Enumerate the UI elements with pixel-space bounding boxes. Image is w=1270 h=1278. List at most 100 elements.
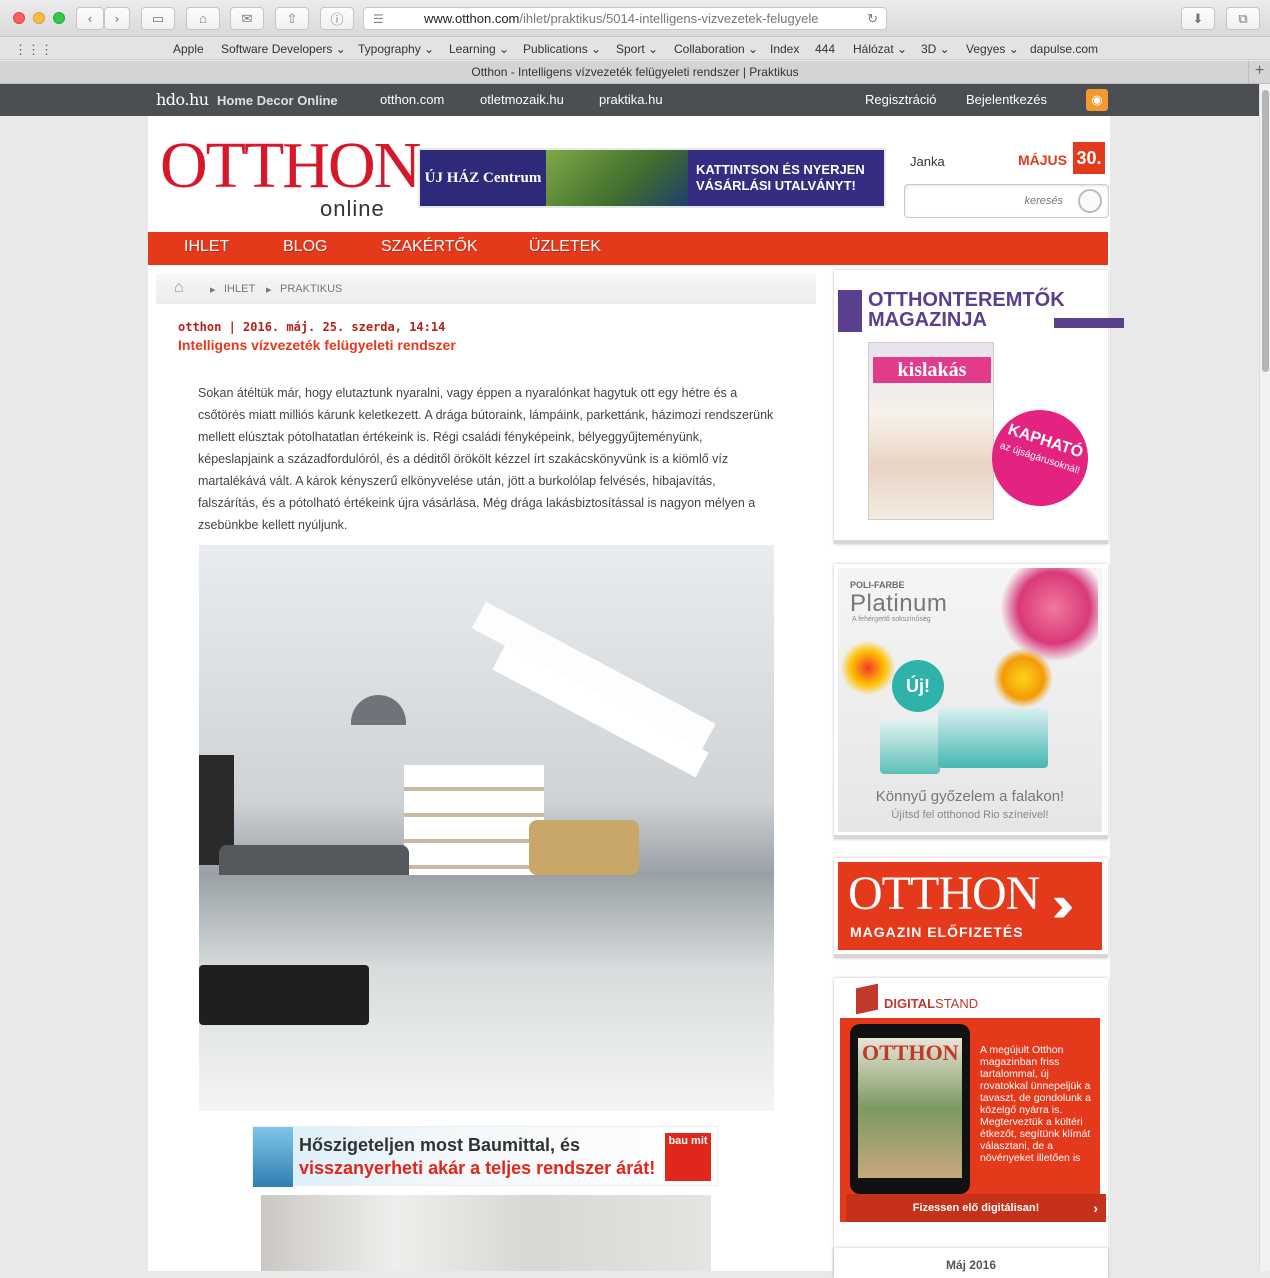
sidebar-button[interactable]: ▭ — [141, 7, 175, 30]
link-otthon[interactable]: otthon.com — [380, 92, 444, 107]
info-icon: ⓘ — [330, 12, 344, 27]
site-logo[interactable]: OTTHON online — [160, 133, 421, 222]
minimize-window-button[interactable] — [33, 12, 45, 24]
bookmark-typography[interactable]: Typography ⌄ — [358, 42, 434, 56]
tab-title[interactable]: Otthon - Intelligens vízvezeték felügyel… — [471, 65, 798, 79]
page-scrollbar[interactable] — [1259, 84, 1270, 1271]
speaker — [199, 965, 369, 1025]
search-input[interactable] — [911, 191, 1063, 211]
magazine-promo-title: OTTHONTEREMTŐK MAGAZINJA — [838, 289, 1124, 332]
reader-button[interactable]: ⓘ — [320, 7, 354, 30]
url-path: /ihlet/praktikus/5014-intelligens-vizvez… — [519, 11, 819, 26]
bookmark-apple[interactable]: Apple — [173, 42, 204, 56]
brand-small: POLI-FARBE — [850, 580, 905, 590]
top-banner-ad[interactable]: ÚJ HÁZ Centrum KATTINTSON ÉS NYERJEN VÁS… — [418, 148, 886, 208]
title-bar — [1054, 318, 1124, 328]
article-photo — [199, 545, 774, 1111]
bookshelf — [404, 765, 544, 875]
ad-headline: Könnyű győzelem a falakon! — [875, 788, 1065, 805]
subscribe-digital-button[interactable]: Fizessen elő digitálisan! › — [846, 1194, 1106, 1222]
magazine-cover: kislakás — [868, 342, 994, 520]
bookmark-sport[interactable]: Sport ⌄ — [616, 42, 658, 56]
bookmark-publications[interactable]: Publications ⌄ — [523, 42, 601, 56]
bookmark-dapulse[interactable]: dapulse.com — [1030, 42, 1098, 56]
zoom-window-button[interactable] — [53, 12, 65, 24]
breadcrumb-praktikus[interactable]: PRAKTIKUS — [280, 283, 342, 295]
nav-uzletek[interactable]: ÜZLETEK — [529, 238, 601, 256]
downloads-button[interactable]: ⬇ — [1181, 7, 1215, 30]
new-tab-icon[interactable]: + — [1248, 61, 1270, 83]
bookmark-halozat[interactable]: Hálózat ⌄ — [853, 42, 907, 56]
banner-inner: OTTHON MAGAZIN ELŐFIZETÉS ››› — [838, 862, 1102, 950]
share-button[interactable]: ⇧ — [275, 7, 309, 30]
paint-bucket — [880, 718, 940, 774]
tablet-image: OTTHON — [850, 1024, 970, 1194]
chevron-right-icon: › — [1093, 1200, 1098, 1216]
reload-icon[interactable]: ↻ — [867, 11, 878, 27]
calendar-widget: Máj 2016 — [834, 1248, 1108, 1278]
grid-icon[interactable]: ⋮⋮⋮ — [14, 42, 53, 58]
nav-ihlet[interactable]: IHLET — [184, 238, 229, 256]
subscription-banner[interactable]: OTTHON MAGAZIN ELŐFIZETÉS ››› — [834, 858, 1108, 958]
search-box — [904, 184, 1109, 218]
bookmark-learning[interactable]: Learning ⌄ — [449, 42, 509, 56]
magazine-name: kislakás — [873, 357, 991, 383]
ad-cta: KATTINTSON ÉS NYERJEN VÁSÁRLÁSI UTALVÁNY… — [688, 150, 884, 206]
download-icon: ⬇ — [1192, 10, 1204, 26]
date-month: MÁJUS — [1018, 152, 1068, 168]
bookmark-3d[interactable]: 3D ⌄ — [921, 42, 950, 56]
digitalstand-promo[interactable]: DIGITALSTAND OTTHON A megújult Otthon ma… — [834, 978, 1108, 1271]
link-praktika[interactable]: praktika.hu — [599, 92, 663, 107]
baumit-ad[interactable]: Hőszigeteljen most Baumittal, és visszan… — [252, 1126, 718, 1187]
brand-large: Platinum — [850, 590, 948, 617]
digitalstand-text: A megújult Otthon magazinban friss tarta… — [980, 1044, 1091, 1164]
browser-toolbar: ‹ › ▭ ⌂ ✉ ⇧ ⓘ ☰ www.otthon.com/ihlet/pra… — [0, 0, 1270, 37]
banner-subtitle: MAGAZIN ELŐFIZETÉS — [850, 924, 1024, 940]
home-button[interactable]: ⌂ — [186, 7, 220, 30]
page-container: OTTHON online ÚJ HÁZ Centrum KATTINTSON … — [148, 116, 1124, 1278]
link-otletmozaik[interactable]: otletmozaik.hu — [480, 92, 564, 107]
scrollbar-thumb[interactable] — [1262, 90, 1269, 372]
bookmark-software-developers[interactable]: Software Developers ⌄ — [221, 42, 346, 56]
breadcrumb-ihlet[interactable]: IHLET — [224, 283, 255, 295]
available-badge: KAPHATÓ az újságárusoknál! — [979, 397, 1101, 519]
envelope-icon: ✉ — [241, 10, 253, 26]
breadcrumb-arrow-icon: ▸ — [266, 284, 272, 296]
nav-blog[interactable]: BLOG — [283, 238, 327, 256]
bookmark-index[interactable]: Index — [770, 42, 799, 56]
banner-title: OTTHON — [848, 867, 1040, 920]
address-bar[interactable]: ☰ www.otthon.com/ihlet/praktikus/5014-in… — [363, 7, 887, 30]
lamp — [351, 695, 406, 725]
digitalstand-label-b: STAND — [935, 996, 979, 1011]
hdo-logo[interactable]: hdo.hu — [156, 90, 209, 109]
magazine-promo[interactable]: OTTHONTEREMTŐK MAGAZINJA kislakás KAPHAT… — [834, 270, 1124, 544]
forward-button[interactable]: › — [104, 7, 130, 30]
back-button[interactable]: ‹ — [76, 7, 104, 30]
ad-face-image — [253, 1127, 293, 1187]
date-day: 30. — [1073, 142, 1105, 174]
digitalstand-label: DIGITALSTAND — [884, 996, 978, 1011]
mail-button[interactable]: ✉ — [230, 7, 264, 30]
bookmark-444[interactable]: 444 — [815, 42, 835, 56]
calendar-month: Máj 2016 — [945, 1258, 997, 1272]
search-icon[interactable] — [1078, 189, 1102, 213]
tablet-screen: OTTHON — [858, 1038, 962, 1178]
red-flower — [838, 638, 898, 698]
nav-szakertok[interactable]: SZAKÉRTŐK — [381, 238, 478, 256]
register-link[interactable]: Regisztráció — [865, 92, 937, 107]
tabs-overview-button[interactable]: ⧉ — [1226, 7, 1260, 30]
close-window-button[interactable] — [13, 12, 25, 24]
bookmark-vegyes[interactable]: Vegyes ⌄ — [966, 42, 1019, 56]
home-icon[interactable]: ⌂ — [174, 279, 184, 297]
hdo-tagline: Home Decor Online — [217, 93, 338, 108]
reader-list-icon: ☰ — [373, 12, 384, 26]
logo-subtext: online — [320, 196, 385, 221]
digitalstand-logo-icon — [856, 983, 878, 1015]
rss-icon[interactable]: ◉ — [1086, 89, 1108, 111]
share-icon: ⇧ — [286, 10, 298, 26]
promo-title-line1: OTTHONTEREMTŐK — [868, 289, 1065, 311]
bookmark-collaboration[interactable]: Collaboration ⌄ — [674, 42, 758, 56]
poli-farbe-ad[interactable]: POLI-FARBE Platinum A fehérgerlő sokszín… — [834, 564, 1108, 839]
tabs-icon: ⧉ — [1238, 10, 1248, 26]
login-link[interactable]: Bejelentkezés — [966, 92, 1047, 107]
